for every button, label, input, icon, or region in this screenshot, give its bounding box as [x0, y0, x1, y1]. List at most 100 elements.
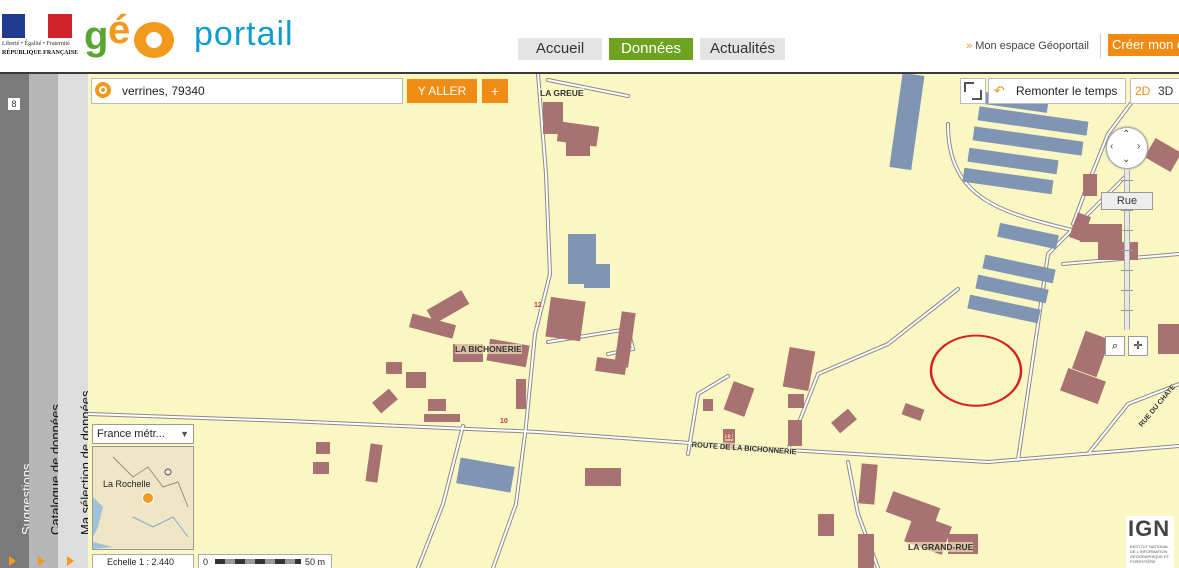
scale-ratio: Echelle 1 : 2.440 — [92, 554, 194, 568]
french-flag-icon — [2, 14, 72, 38]
building — [723, 381, 755, 417]
creer-compte-button[interactable]: Créer mon e — [1108, 34, 1179, 56]
mode-2d-button[interactable]: 2D — [1135, 79, 1150, 103]
label-road-number: 13 — [725, 434, 733, 441]
rf-name: RÉPUBLIQUE FRANÇAISE — [2, 50, 79, 56]
zoom-tick — [1121, 230, 1133, 231]
pan-up-icon[interactable]: ⌃ — [1122, 130, 1130, 140]
mon-espace-label: Mon espace Géoportail — [975, 40, 1089, 52]
expand-arrow-icon[interactable] — [38, 556, 45, 566]
search-bar — [91, 78, 404, 104]
republique-francaise-logo[interactable]: Liberté • Égalité • Fraternité RÉPUBLIQU… — [2, 14, 78, 60]
building — [818, 514, 834, 536]
more-button[interactable]: + — [482, 79, 508, 103]
building — [426, 290, 470, 324]
label-la-bichonnerie: LA BICHONERIE — [455, 344, 522, 354]
building — [313, 462, 329, 474]
large-buildings — [456, 74, 1089, 493]
building — [1158, 324, 1179, 354]
pan-left-icon[interactable]: ‹ — [1110, 142, 1113, 152]
scale-bar-graphic — [215, 559, 301, 564]
nav-accueil[interactable]: Accueil — [518, 38, 602, 60]
nav-donnees[interactable]: Données — [609, 38, 693, 60]
magnifier-icon[interactable]: ⌕ — [1105, 336, 1125, 356]
locate-icon[interactable]: ✛ — [1128, 336, 1148, 356]
building — [858, 534, 874, 568]
building-blue — [584, 264, 610, 288]
remonter-label: Remonter le temps — [1016, 84, 1118, 98]
go-button[interactable]: Y ALLER — [407, 79, 477, 103]
scale-bar: 0 50 m — [198, 554, 332, 568]
zoom-tick — [1121, 210, 1133, 211]
remonter-le-temps-button[interactable]: ↶ Remonter le temps — [988, 78, 1126, 104]
label-road-number: 12 — [534, 302, 542, 309]
ign-subtitle: INSTITUT NATIONAL DE L'INFORMATION GÉOGR… — [1130, 544, 1170, 564]
building — [1144, 137, 1179, 173]
building — [566, 142, 590, 156]
minimap-sea — [93, 542, 113, 549]
road-southwest — [416, 424, 465, 568]
minimap-marker-icon — [164, 468, 172, 476]
minimap-place-label: La Rochelle — [103, 479, 151, 489]
map-view[interactable]: LA GREUE LA BICHONERIE ROUTE DE LA BICHO… — [88, 74, 1179, 568]
minimap-sea — [93, 497, 103, 537]
building — [406, 372, 426, 388]
pan-control[interactable]: ⌃ ⌄ ‹ › — [1106, 127, 1148, 169]
map-canvas[interactable] — [88, 74, 1179, 568]
building — [858, 463, 878, 505]
building — [1098, 242, 1138, 260]
logo-portail: portail — [194, 15, 294, 53]
ign-logo[interactable]: IGN INSTITUT NATIONAL DE L'INFORMATION G… — [1126, 516, 1174, 568]
expand-arrow-icon[interactable] — [67, 556, 74, 566]
pan-right-icon[interactable]: › — [1137, 142, 1140, 152]
rf-motto: Liberté • Égalité • Fraternité — [2, 41, 70, 47]
building — [516, 379, 526, 409]
ign-logo-text: IGN — [1128, 516, 1171, 541]
building — [703, 399, 713, 411]
site-header: Liberté • Égalité • Fraternité RÉPUBLIQU… — [0, 0, 1179, 74]
road-south — [491, 424, 528, 568]
overview-minimap[interactable]: La Rochelle — [92, 446, 194, 550]
building — [788, 394, 804, 408]
building — [585, 468, 621, 486]
pan-down-icon[interactable]: ⌄ — [1122, 155, 1130, 165]
mode-3d-button[interactable]: 3D — [1158, 79, 1173, 103]
sidebar-suggestions[interactable]: 8 Suggestions — [0, 74, 34, 568]
zoom-tick — [1121, 250, 1133, 251]
search-input[interactable] — [120, 81, 404, 101]
territory-select[interactable]: France métr... ▼ — [92, 424, 194, 444]
building — [782, 347, 816, 391]
target-icon[interactable] — [95, 82, 111, 98]
chevron-down-icon: ▼ — [180, 429, 189, 439]
fullscreen-icon[interactable] — [960, 78, 986, 104]
position-marker-icon — [142, 492, 154, 504]
building — [372, 388, 398, 414]
sidebar-catalogue[interactable]: Catalogue de données — [29, 74, 63, 568]
nav-actualites[interactable]: Actualités — [700, 38, 785, 60]
building — [545, 296, 586, 342]
logo-e: é — [108, 8, 131, 52]
zoom-tick — [1121, 180, 1133, 181]
scale-distance: 50 m — [305, 557, 326, 567]
label-la-grand-rue: LA GRAND-RUE — [908, 542, 974, 552]
building — [365, 443, 383, 483]
sidebar-selection[interactable]: Ma sélection de données — [58, 74, 93, 568]
annotation-circle — [929, 334, 1023, 407]
road-northeast — [786, 287, 960, 452]
territory-select-value: France métr... — [97, 428, 165, 440]
logo-o-icon — [134, 22, 174, 58]
building — [424, 414, 460, 422]
expand-arrow-icon[interactable] — [9, 556, 16, 566]
building — [901, 402, 925, 422]
building — [831, 408, 857, 434]
undo-arrow-icon: ↶ — [994, 83, 1005, 98]
building — [1083, 174, 1097, 196]
building — [386, 362, 402, 374]
zoom-tick — [1121, 290, 1133, 291]
building — [428, 399, 446, 411]
suggestions-count-badge: 8 — [8, 98, 20, 110]
building — [788, 420, 802, 446]
scale-text: Echelle 1 : 2.440 — [107, 557, 175, 567]
mon-espace-link[interactable]: » Mon espace Géoportail — [966, 40, 1089, 52]
zoom-rue-button[interactable]: Rue — [1101, 192, 1153, 210]
